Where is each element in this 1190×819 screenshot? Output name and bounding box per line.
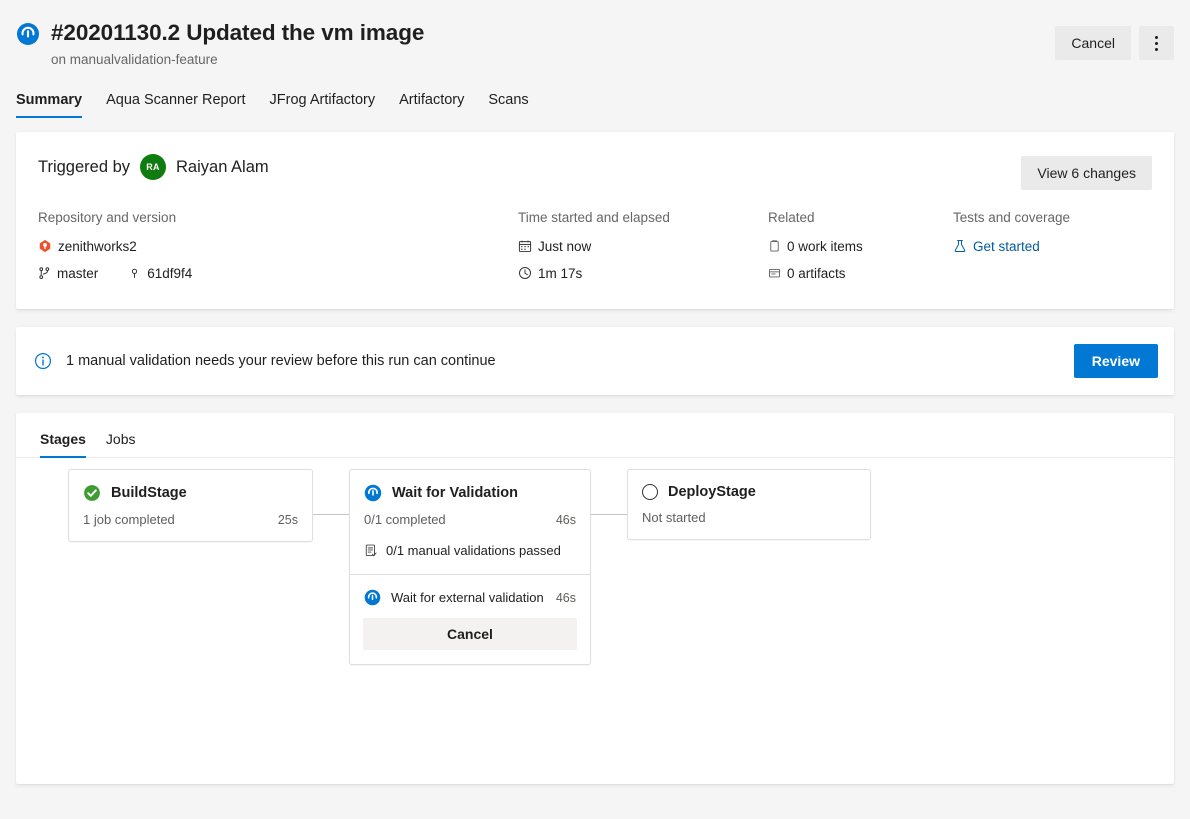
- stage-status-text: 1 job completed: [83, 512, 175, 527]
- tab-aqua-scanner-report[interactable]: Aqua Scanner Report: [94, 88, 257, 118]
- stage-card-buildstage[interactable]: BuildStage 1 job completed 25s: [68, 469, 313, 542]
- success-check-icon: [83, 484, 101, 502]
- stage-cancel-button[interactable]: Cancel: [363, 618, 577, 650]
- stage-connector-wait-to-deploy: [591, 514, 627, 515]
- artifacts-count: 0 artifacts: [787, 266, 846, 281]
- repository-heading: Repository and version: [38, 210, 518, 225]
- more-options-button[interactable]: [1139, 26, 1174, 60]
- tab-jfrog-artifactory[interactable]: JFrog Artifactory: [258, 88, 388, 118]
- stage-duration: 25s: [278, 513, 298, 527]
- tests-get-started-link[interactable]: Get started: [973, 239, 1040, 254]
- avatar: RA: [140, 154, 166, 180]
- stage-name: Wait for Validation: [392, 485, 518, 501]
- time-elapsed-row: 1m 17s: [518, 261, 768, 285]
- info-icon: [34, 352, 52, 370]
- header-actions: Cancel: [1055, 26, 1174, 60]
- stages-card: Stages Jobs BuildStage 1 job: [16, 413, 1174, 784]
- view-changes-button[interactable]: View 6 changes: [1021, 156, 1152, 190]
- pipeline-running-icon: [16, 22, 40, 51]
- tests-get-started-row[interactable]: Get started: [953, 234, 1152, 258]
- stage-duration: 46s: [556, 513, 576, 527]
- calendar-icon: [518, 239, 532, 253]
- repository-name: zenithworks2: [58, 239, 137, 254]
- pipeline-run-page: #20201130.2 Updated the vm image on manu…: [0, 0, 1190, 819]
- azure-repos-icon: [38, 239, 52, 253]
- time-elapsed-value: 1m 17s: [538, 266, 582, 281]
- triggered-by-label: Triggered by: [38, 158, 130, 177]
- not-started-circle-icon: [642, 484, 658, 500]
- repository-row[interactable]: zenithworks2: [38, 234, 518, 258]
- dot-2: [1155, 42, 1158, 45]
- subtab-stages[interactable]: Stages: [40, 431, 96, 457]
- stages-canvas: BuildStage 1 job completed 25s: [16, 458, 1174, 758]
- work-items-count: 0 work items: [787, 239, 863, 254]
- cancel-run-button[interactable]: Cancel: [1055, 26, 1131, 60]
- page-header: #20201130.2 Updated the vm image on manu…: [0, 0, 1190, 70]
- run-metadata-grid: Repository and version zenithworks2: [38, 210, 1152, 285]
- stage-cancel-wrapper: Cancel: [350, 618, 590, 664]
- stage-connector-build-to-wait: [313, 514, 349, 515]
- stage-header: BuildStage: [69, 470, 312, 502]
- stage-header: DeployStage: [628, 470, 870, 500]
- title-block: #20201130.2 Updated the vm image on manu…: [51, 18, 424, 70]
- triggered-by-row: Triggered by RA Raiyan Alam: [38, 154, 1152, 180]
- review-button[interactable]: Review: [1074, 344, 1158, 378]
- artifact-icon: [768, 266, 781, 280]
- page-title: #20201130.2 Updated the vm image: [51, 18, 424, 48]
- stage-name: DeployStage: [668, 484, 756, 500]
- stage-check-row[interactable]: Wait for external validation 46s: [350, 575, 590, 618]
- stage-status-row: 0/1 completed 46s: [350, 502, 590, 541]
- main-tabs: Summary Aqua Scanner Report JFrog Artifa…: [0, 88, 1190, 118]
- title-row: #20201130.2 Updated the vm image on manu…: [16, 18, 1174, 70]
- run-summary-card: Triggered by RA Raiyan Alam View 6 chang…: [16, 132, 1174, 309]
- time-started-row: Just now: [518, 234, 768, 258]
- artifacts-row[interactable]: 0 artifacts: [768, 261, 953, 285]
- manual-validation-banner: 1 manual validation needs your review be…: [16, 327, 1174, 395]
- flask-icon: [953, 239, 967, 253]
- stage-manual-validation-text: 0/1 manual validations passed: [386, 543, 561, 558]
- tab-artifactory[interactable]: Artifactory: [387, 88, 476, 118]
- time-heading: Time started and elapsed: [518, 210, 768, 225]
- stage-check-duration: 46s: [556, 591, 576, 605]
- metadata-column-time: Time started and elapsed: [518, 210, 768, 285]
- time-started-value: Just now: [538, 239, 591, 254]
- work-item-icon: [768, 239, 781, 253]
- dot-1: [1155, 36, 1158, 39]
- clock-icon: [518, 266, 532, 280]
- stage-header: Wait for Validation: [350, 470, 590, 502]
- work-items-row[interactable]: 0 work items: [768, 234, 953, 258]
- pipeline-running-icon: [364, 589, 381, 606]
- tab-summary[interactable]: Summary: [16, 88, 94, 118]
- branch-name: master: [57, 266, 98, 281]
- stage-status-text: 0/1 completed: [364, 512, 446, 527]
- subtab-jobs[interactable]: Jobs: [96, 431, 146, 457]
- validation-message: 1 manual validation needs your review be…: [66, 353, 496, 369]
- checklist-icon: [364, 543, 378, 558]
- branch-commit-row: master 61df9f4: [38, 261, 518, 285]
- tab-scans[interactable]: Scans: [476, 88, 540, 118]
- tests-heading: Tests and coverage: [953, 210, 1152, 225]
- stage-status-text: Not started: [642, 510, 706, 525]
- commit-hash[interactable]: 61df9f4: [147, 266, 192, 281]
- metadata-column-related: Related 0 work items: [768, 210, 953, 285]
- branch-icon: [38, 266, 51, 280]
- related-heading: Related: [768, 210, 953, 225]
- metadata-column-tests: Tests and coverage Get started: [953, 210, 1152, 285]
- stage-card-wait-for-validation[interactable]: Wait for Validation 0/1 completed 46s 0/…: [349, 469, 591, 665]
- commit-icon: [128, 266, 141, 280]
- dot-3: [1155, 48, 1158, 51]
- stage-status-row: 1 job completed 25s: [69, 502, 312, 541]
- stage-check-label: Wait for external validation: [391, 590, 546, 605]
- stage-card-deploystage[interactable]: DeployStage Not started: [627, 469, 871, 540]
- stage-manual-validation-row: 0/1 manual validations passed: [350, 541, 590, 574]
- stage-name: BuildStage: [111, 485, 187, 501]
- trigger-user-name: Raiyan Alam: [176, 158, 269, 177]
- stages-subtabs: Stages Jobs: [16, 413, 1174, 458]
- metadata-column-repository: Repository and version zenithworks2: [38, 210, 518, 285]
- stage-status-row: Not started: [628, 500, 870, 539]
- pipeline-running-icon: [364, 484, 382, 502]
- run-branch-subtitle: on manualvalidation-feature: [51, 50, 424, 70]
